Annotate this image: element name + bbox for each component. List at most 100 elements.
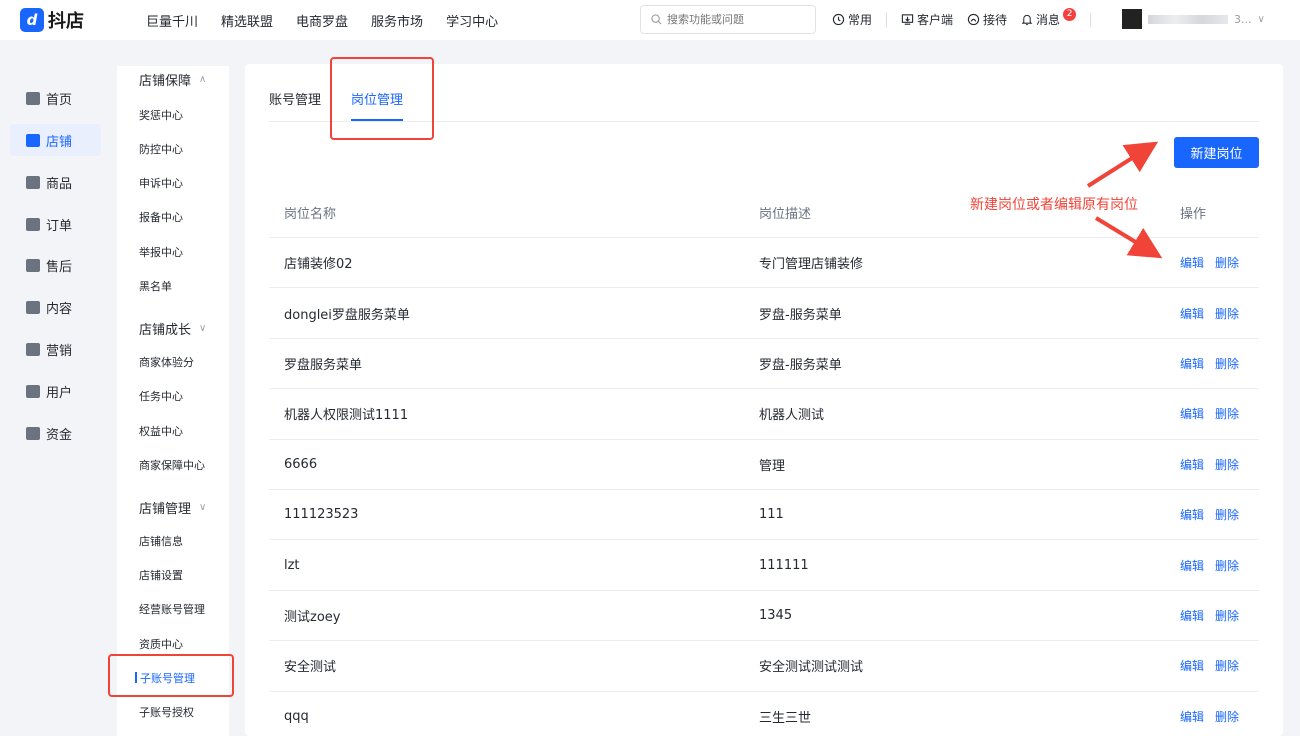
header-position-desc: 岗位描述 xyxy=(759,207,812,222)
edit-link[interactable]: 编辑 xyxy=(1180,708,1204,725)
edit-link[interactable]: 编辑 xyxy=(1180,607,1204,624)
sidebar-item-label: 首页 xyxy=(46,92,73,108)
delete-link[interactable]: 删除 xyxy=(1215,506,1239,523)
delete-link[interactable]: 删除 xyxy=(1215,657,1239,674)
table-row: 店铺装修02 专门管理店铺装修 编辑 删除 xyxy=(269,238,1259,289)
sidebar-item-after-sale[interactable]: 售后 xyxy=(10,249,101,281)
delete-link[interactable]: 删除 xyxy=(1215,708,1239,725)
subnav-item[interactable]: 奖惩中心 xyxy=(139,107,183,123)
delete-link[interactable]: 删除 xyxy=(1215,557,1239,574)
topnav-item-compass[interactable]: 电商罗盘 xyxy=(296,11,348,30)
sidebar-item-label: 内容 xyxy=(46,301,73,317)
user-icon xyxy=(26,384,40,398)
sidebar-item-store[interactable]: 店铺 xyxy=(10,124,101,156)
reception-tool[interactable]: 接待 xyxy=(967,11,1007,28)
table-row: 罗盘服务菜单 罗盘-服务菜单 编辑 删除 xyxy=(269,339,1259,390)
subnav-item[interactable]: 举报中心 xyxy=(139,244,183,260)
subnav-item[interactable]: 商家体验分 xyxy=(139,354,194,370)
sidebar-item-order[interactable]: 订单 xyxy=(10,208,101,240)
row-actions: 编辑 删除 xyxy=(1180,405,1239,422)
row-actions: 编辑 删除 xyxy=(1180,355,1239,372)
tab-account-management[interactable]: 账号管理 xyxy=(269,89,321,121)
sidebar-item-content[interactable]: 内容 xyxy=(10,291,101,323)
subnav-item[interactable]: 报备中心 xyxy=(139,209,183,225)
row-actions: 编辑 删除 xyxy=(1180,506,1239,523)
subnav-group-label: 店铺管理 xyxy=(139,502,192,517)
edit-link[interactable]: 编辑 xyxy=(1180,254,1204,271)
edit-link[interactable]: 编辑 xyxy=(1180,405,1204,422)
product-icon xyxy=(26,175,40,189)
subnav-item[interactable]: 任务中心 xyxy=(139,388,183,404)
delete-link[interactable]: 删除 xyxy=(1215,405,1239,422)
user-menu[interactable]: 3... ∨ xyxy=(1122,9,1265,29)
subnav-group-protection[interactable]: 店铺保障 ∧ xyxy=(139,70,206,89)
chevron-down-icon: ∨ xyxy=(1257,13,1265,25)
chevron-down-icon: ∨ xyxy=(199,502,207,513)
topnav-item-learning[interactable]: 学习中心 xyxy=(446,11,498,30)
search-box[interactable] xyxy=(640,5,816,34)
position-name: qqq xyxy=(284,708,309,724)
top-tools: 常用 客户端 接待 消息 2 xyxy=(832,8,1105,28)
subnav-item[interactable]: 防控中心 xyxy=(139,141,183,157)
sidebar-item-marketing[interactable]: 营销 xyxy=(10,333,101,365)
top-bar: d 抖店 巨量千川 精选联盟 电商罗盘 服务市场 学习中心 常用 客户端 接待 … xyxy=(0,0,1300,40)
position-desc: 111 xyxy=(759,507,784,523)
topnav-item-qianchuan[interactable]: 巨量千川 xyxy=(146,11,198,30)
edit-link[interactable]: 编辑 xyxy=(1180,355,1204,372)
content-icon xyxy=(26,300,40,314)
edit-link[interactable]: 编辑 xyxy=(1180,456,1204,473)
position-name: 店铺装修02 xyxy=(284,257,353,273)
search-input[interactable] xyxy=(667,13,807,26)
subnav-item[interactable]: 申诉中心 xyxy=(139,175,183,191)
position-name: lzt xyxy=(284,557,300,573)
home-icon xyxy=(26,91,40,105)
edit-link[interactable]: 编辑 xyxy=(1180,506,1204,523)
messages-label: 消息 xyxy=(1036,13,1061,27)
sidebar-item-home[interactable]: 首页 xyxy=(10,82,101,114)
messages-tool[interactable]: 消息 2 xyxy=(1021,8,1077,28)
subnav-item[interactable]: 店铺信息 xyxy=(139,533,183,549)
edit-link[interactable]: 编辑 xyxy=(1180,657,1204,674)
chevron-up-icon: ∧ xyxy=(199,74,207,85)
sidebar-item-label: 订单 xyxy=(46,218,73,234)
common-tool[interactable]: 常用 xyxy=(832,11,872,28)
subnav-item[interactable]: 店铺设置 xyxy=(139,567,183,583)
topnav-item-alliance[interactable]: 精选联盟 xyxy=(221,11,273,30)
delete-link[interactable]: 删除 xyxy=(1215,607,1239,624)
delete-link[interactable]: 删除 xyxy=(1215,456,1239,473)
sidebar-item-user[interactable]: 用户 xyxy=(10,375,101,407)
headset-icon xyxy=(967,13,980,26)
table-row: lzt 111111 编辑 删除 xyxy=(269,540,1259,591)
topnav-item-service-market[interactable]: 服务市场 xyxy=(371,11,423,30)
row-actions: 编辑 删除 xyxy=(1180,456,1239,473)
edit-link[interactable]: 编辑 xyxy=(1180,557,1204,574)
edit-link[interactable]: 编辑 xyxy=(1180,305,1204,322)
subnav-group-management[interactable]: 店铺管理 ∨ xyxy=(139,498,206,517)
position-desc: 管理 xyxy=(759,458,786,474)
table-row: 测试zoey 1345 编辑 删除 xyxy=(269,591,1259,642)
sidebar-item-label: 店铺 xyxy=(46,134,73,150)
download-icon xyxy=(901,14,914,25)
wallet-icon xyxy=(26,426,40,440)
new-position-button[interactable]: 新建岗位 xyxy=(1174,137,1259,168)
sidebar-item-product[interactable]: 商品 xyxy=(10,166,101,198)
after-sale-icon xyxy=(26,258,40,272)
delete-link[interactable]: 删除 xyxy=(1215,254,1239,271)
common-label: 常用 xyxy=(848,13,873,27)
delete-link[interactable]: 删除 xyxy=(1215,355,1239,372)
client-tool[interactable]: 客户端 xyxy=(901,11,953,28)
brand-logo[interactable]: d 抖店 xyxy=(20,7,84,33)
position-desc: 罗盘-服务菜单 xyxy=(759,357,842,373)
subnav-item[interactable]: 资质中心 xyxy=(139,636,183,652)
delete-link[interactable]: 删除 xyxy=(1215,305,1239,322)
subnav-item[interactable]: 黑名单 xyxy=(139,278,172,294)
subnav-group-growth[interactable]: 店铺成长 ∨ xyxy=(139,319,206,338)
position-desc: 1345 xyxy=(759,607,793,623)
subnav-item[interactable]: 子账号授权 xyxy=(139,704,194,720)
subnav-item[interactable]: 权益中心 xyxy=(139,423,183,439)
subnav-item[interactable]: 商家保障中心 xyxy=(139,457,205,473)
sidebar-item-wallet[interactable]: 资金 xyxy=(10,417,101,449)
table-row: 6666 管理 编辑 删除 xyxy=(269,440,1259,490)
table-row: qqq 三生三世 编辑 删除 xyxy=(269,692,1259,736)
subnav-item[interactable]: 经营账号管理 xyxy=(139,601,205,617)
